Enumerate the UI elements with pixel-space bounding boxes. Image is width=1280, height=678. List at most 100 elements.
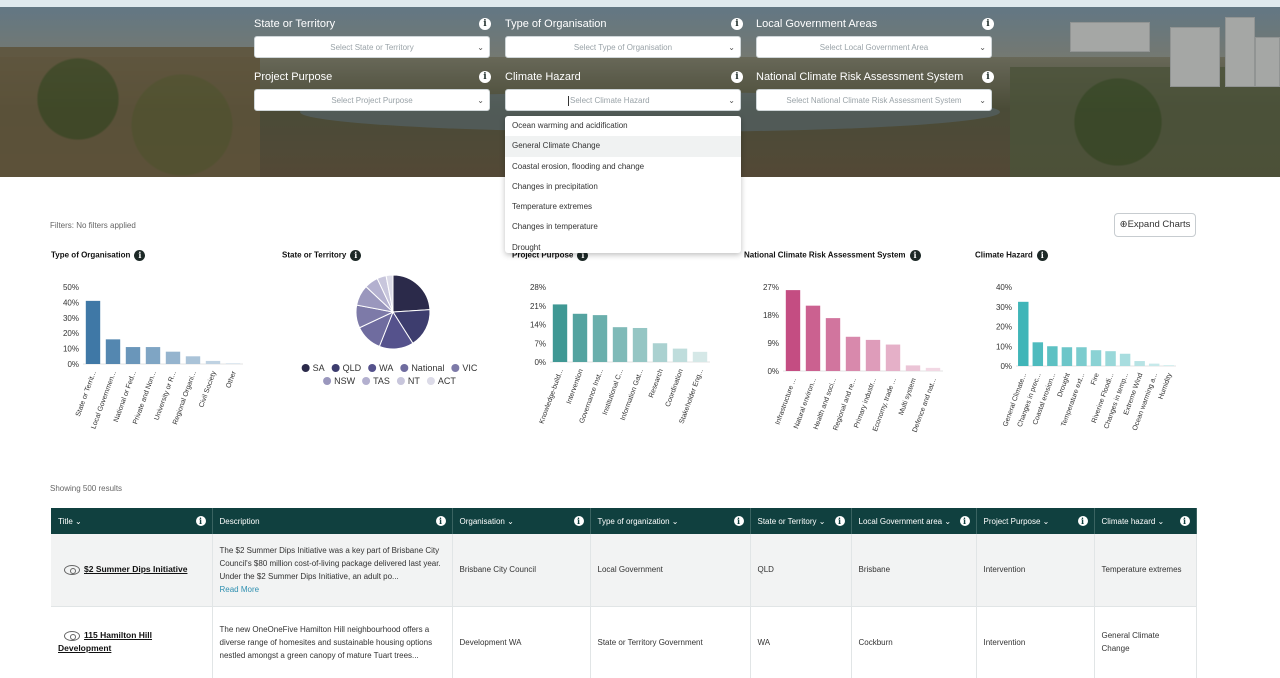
dropdown-option[interactable]: Changes in precipitation [505, 177, 741, 197]
y-tick-label: 20% [996, 323, 1012, 332]
info-icon[interactable]: i [733, 516, 744, 526]
dropdown-option[interactable]: General Climate Change [505, 136, 741, 157]
ncras-select[interactable]: Select National Climate Risk Assessment … [756, 89, 992, 111]
bar [165, 351, 181, 364]
chevron-down-icon: ⌄ [477, 43, 484, 52]
y-tick-label: 0% [1000, 362, 1012, 371]
legend-swatch [362, 377, 371, 385]
y-tick-label: 0% [767, 367, 779, 376]
info-icon[interactable]: i [479, 18, 491, 30]
chart-title: Climate Hazard i [975, 250, 1048, 261]
org-type-cell: Local Government [590, 534, 751, 607]
org-type-select[interactable]: Select Type of Organisation ⌄ [505, 36, 741, 58]
organisation-cell: Development WA [452, 606, 591, 678]
description-text: The new OneOneFive Hamilton Hill neighbo… [219, 624, 433, 660]
table-row: $2 Summer Dips Initiative The $2 Summer … [51, 534, 1197, 607]
legend-swatch [323, 377, 332, 385]
info-icon[interactable]: i [731, 71, 743, 83]
x-tick-label: Regional Organi... [172, 370, 198, 425]
dropdown-option[interactable]: Ocean warming and acidification [505, 116, 741, 136]
column-header-purpose[interactable]: Project Purpose ⌄ i [976, 508, 1095, 534]
dropdown-option[interactable]: Temperature extremes [505, 197, 741, 217]
legend-label: SA [313, 363, 325, 373]
state-cell: WA [750, 606, 852, 678]
bar [125, 347, 141, 364]
bar [1018, 301, 1029, 366]
column-header-lga[interactable]: Local Government area ⌄ i [851, 508, 977, 534]
bar [1134, 361, 1145, 366]
column-header-state[interactable]: State or Territory ⌄ i [750, 508, 852, 534]
chart-title: State or Territory i [282, 250, 362, 261]
eye-icon[interactable] [64, 565, 80, 576]
state-select[interactable]: Select State or Territory ⌄ [254, 36, 490, 58]
info-icon[interactable]: i [1077, 516, 1088, 526]
lga-select[interactable]: Select Local Government Area ⌄ [756, 36, 992, 58]
info-icon[interactable]: i [982, 18, 994, 30]
dropdown-option[interactable]: Coastal erosion, flooding and change [505, 157, 741, 177]
info-icon[interactable]: i [1036, 250, 1048, 261]
bar [805, 305, 821, 371]
chevron-down-icon: ⌄ [979, 96, 986, 105]
legend-label: WA [379, 363, 393, 373]
info-icon[interactable]: i [134, 250, 146, 261]
bar [632, 327, 648, 362]
bar [785, 290, 801, 371]
x-tick-label: Humidity [1158, 372, 1174, 400]
y-tick-label: 40% [996, 283, 1012, 292]
dropdown-option[interactable]: Changes in temperature [505, 217, 741, 237]
lga-filter-label: Local Government Areas [756, 18, 878, 30]
eye-icon[interactable] [64, 631, 80, 642]
bar [1090, 350, 1102, 366]
purpose-select[interactable]: Select Project Purpose ⌄ [254, 89, 490, 111]
results-count: Showing 500 results [50, 484, 123, 493]
x-tick-label: Fire [1090, 372, 1101, 386]
lga-cell: Cockburn [851, 606, 977, 678]
info-icon[interactable]: i [350, 250, 362, 261]
info-icon[interactable]: i [982, 71, 994, 83]
info-icon[interactable]: i [959, 516, 970, 526]
info-icon[interactable]: i [573, 516, 584, 526]
purpose-bar-chart: 28% 21% 14% 7% 0%Knowledge-build... Intervent… [530, 283, 710, 425]
info-icon[interactable]: i [834, 516, 845, 526]
bar [552, 304, 568, 362]
purpose-cell: Intervention [976, 606, 1095, 678]
info-icon[interactable]: i [479, 71, 491, 83]
column-header-description[interactable]: Description i [212, 508, 453, 534]
x-tick-label: Civil Society [198, 370, 218, 409]
purpose-filter-label: Project Purpose [254, 71, 333, 83]
bar [1119, 353, 1131, 366]
dropdown-option[interactable]: Drought [505, 238, 741, 253]
bar [145, 347, 161, 364]
bar [905, 365, 921, 371]
y-tick-label: 18% [763, 311, 779, 320]
info-icon[interactable]: i [435, 516, 446, 526]
x-tick-label: Infrastructure ... [775, 377, 798, 426]
bar [592, 315, 608, 362]
column-header-hazard[interactable]: Climate hazard ⌄ i [1094, 508, 1197, 534]
bar [845, 336, 861, 371]
column-header-org-type[interactable]: Type of organization ⌄ i [590, 508, 751, 534]
bar [205, 360, 221, 364]
legend-swatch [331, 364, 340, 372]
lga-cell: Brisbane [851, 534, 977, 607]
description-text: The $2 Summer Dips Initiative was a key … [219, 545, 441, 581]
info-icon[interactable]: i [909, 250, 921, 261]
info-icon[interactable]: i [195, 516, 206, 526]
legend-label: QLD [343, 363, 362, 373]
bar [865, 339, 881, 371]
state-cell: QLD [750, 534, 852, 607]
x-tick-label: Drought [1057, 372, 1072, 398]
x-tick-label: Coordination [665, 368, 685, 408]
column-header-title[interactable]: Title ⌄ i [51, 508, 213, 534]
y-tick-label: 0% [67, 360, 79, 369]
info-icon[interactable]: i [1179, 516, 1190, 526]
chart-title: National Climate Risk Assessment System i [744, 250, 921, 261]
project-title-link[interactable]: $2 Summer Dips Initiative [84, 564, 187, 574]
column-header-organisation[interactable]: Organisation ⌄ i [452, 508, 591, 534]
info-icon[interactable]: i [731, 18, 743, 30]
bar [85, 300, 101, 364]
legend-label: National [411, 363, 444, 373]
read-more-link[interactable]: Read More [220, 583, 445, 596]
expand-charts-button[interactable]: ⊕Expand Charts [1114, 213, 1196, 237]
hazard-select[interactable]: Select Climate Hazard ⌄ [505, 89, 741, 111]
